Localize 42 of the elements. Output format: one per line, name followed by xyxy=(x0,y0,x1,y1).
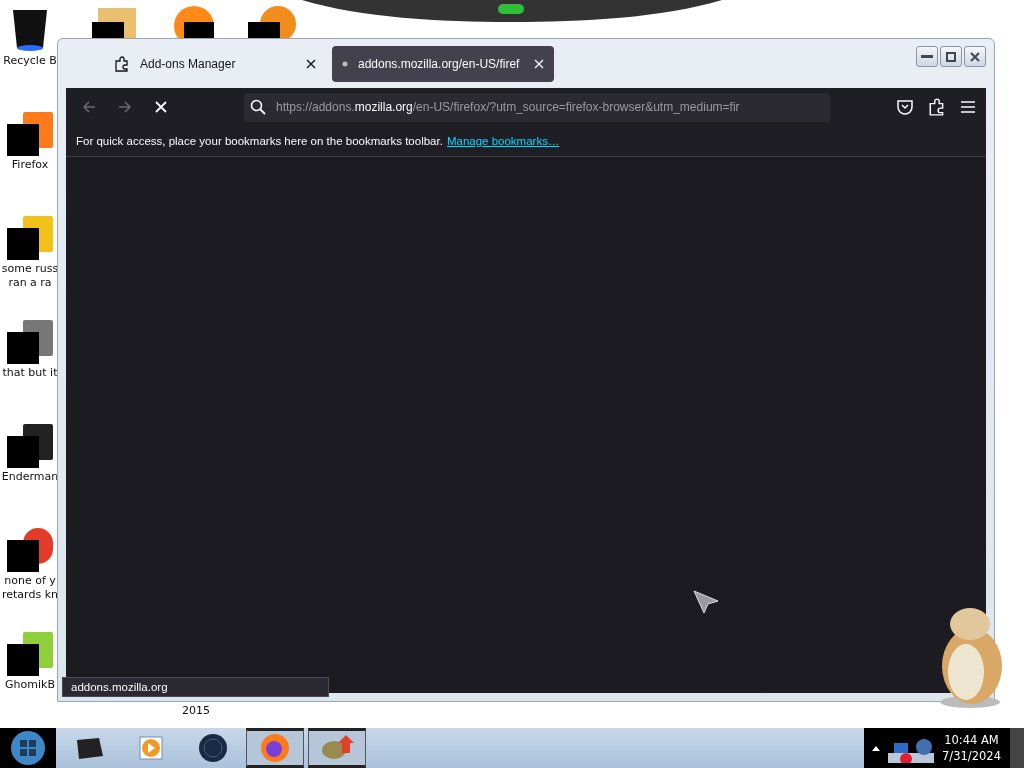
back-arrow-icon xyxy=(81,99,97,115)
icon-label: some russ xyxy=(1,262,59,276)
icon-label: GhomikB xyxy=(5,678,55,692)
browser-icon xyxy=(259,732,291,764)
loading-icon xyxy=(342,60,348,67)
minimize-icon xyxy=(921,54,933,59)
puzzle-icon xyxy=(114,55,130,72)
close-icon xyxy=(970,51,980,62)
minimize-button[interactable] xyxy=(916,46,938,67)
play-icon xyxy=(137,734,165,762)
close-button[interactable] xyxy=(964,46,986,67)
bookmarks-hint: For quick access, place your bookmarks here on the bookmarks toolbar. xyxy=(76,135,443,147)
pocket-icon[interactable] xyxy=(896,98,914,116)
address-bar[interactable]: https://addons.mozilla.org/en-US/firefox/?utm_source=firefox-browser&utm_medium=fir xyxy=(244,92,830,122)
tray-arrow-icon[interactable] xyxy=(872,745,880,751)
icon-label: retards kn xyxy=(2,588,58,602)
close-icon[interactable] xyxy=(306,58,316,69)
icon-label: none of y xyxy=(4,574,56,588)
search-icon xyxy=(250,99,266,115)
taskbar-button[interactable] xyxy=(308,728,366,768)
icon-label: Recycle B xyxy=(3,54,57,68)
manage-bookmarks-link[interactable]: Manage bookmarks… xyxy=(446,135,560,147)
browser-tab[interactable]: addons.mozilla.org/en-US/firef xyxy=(332,45,554,82)
browser-tab[interactable]: Add-ons Manager xyxy=(104,45,326,82)
clock-time[interactable]: 10:44 AM xyxy=(942,732,1001,748)
cursor-icon xyxy=(693,590,719,614)
globe-icon xyxy=(198,733,228,763)
clock-date[interactable]: 7/31/2024 xyxy=(942,748,1001,764)
menu-icon[interactable] xyxy=(960,100,976,114)
start-button[interactable] xyxy=(0,728,56,768)
maximize-button[interactable] xyxy=(940,46,962,67)
icon-label: ran a ra xyxy=(8,276,52,290)
icon-label: Firefox xyxy=(11,158,49,172)
forward-arrow-icon xyxy=(117,99,133,115)
icon-label: that but it xyxy=(2,366,58,380)
icon-label: Enderman xyxy=(1,470,59,484)
status-text: addons.mozilla.org xyxy=(62,677,329,697)
taskbar-button[interactable] xyxy=(246,728,304,768)
icon-label: 2015 xyxy=(182,704,210,717)
maximize-icon xyxy=(946,51,956,62)
puzzle-icon[interactable] xyxy=(928,98,946,116)
stop-icon xyxy=(154,100,168,114)
